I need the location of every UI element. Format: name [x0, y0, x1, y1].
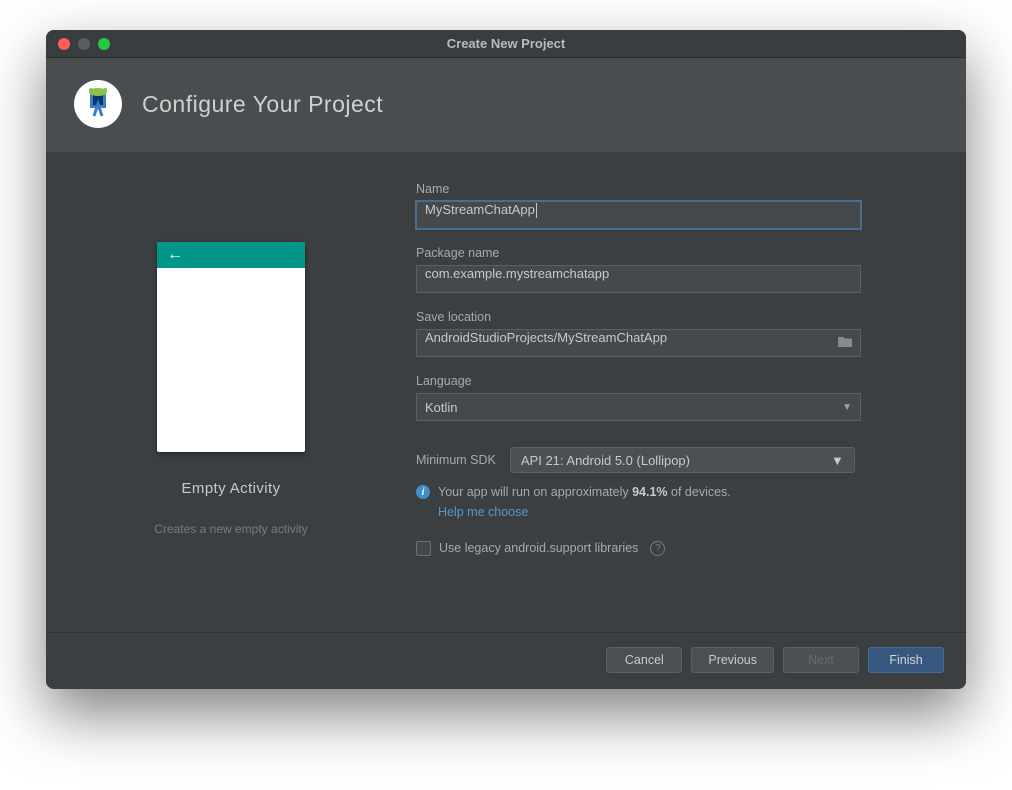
help-icon[interactable]: ?: [650, 541, 665, 556]
package-input[interactable]: com.example.mystreamchatapp: [416, 265, 861, 293]
back-arrow-icon: ←: [167, 246, 183, 264]
language-select[interactable]: Kotlin ▼: [416, 393, 861, 421]
device-coverage-text: Your app will run on approximately 94.1%…: [438, 485, 731, 499]
titlebar: Create New Project: [46, 30, 966, 58]
traffic-lights: [46, 38, 110, 50]
close-icon[interactable]: [58, 38, 70, 50]
legacy-support-checkbox[interactable]: [416, 541, 431, 556]
min-sdk-label: Minimum SDK: [416, 453, 496, 467]
info-icon: i: [416, 485, 430, 499]
next-button: Next: [783, 647, 859, 673]
template-preview-pane: ← Empty Activity Creates a new empty act…: [46, 152, 416, 622]
preview-app-bar: ←: [157, 242, 305, 268]
wizard-footer: Cancel Previous Next Finish: [46, 632, 966, 689]
minimize-icon: [78, 38, 90, 50]
wizard-body: ← Empty Activity Creates a new empty act…: [46, 152, 966, 632]
name-input[interactable]: MyStreamChatApp: [416, 201, 861, 229]
template-description: Creates a new empty activity: [154, 522, 307, 536]
cancel-button[interactable]: Cancel: [606, 647, 682, 673]
wizard-header: Configure Your Project: [46, 58, 966, 152]
page-title: Configure Your Project: [142, 91, 383, 118]
window-title: Create New Project: [46, 36, 966, 51]
chevron-down-icon: ▼: [831, 453, 844, 468]
legacy-support-label: Use legacy android.support libraries: [439, 541, 638, 555]
text-cursor: [536, 203, 537, 218]
android-studio-icon: [74, 80, 122, 128]
save-location-input[interactable]: AndroidStudioProjects/MyStreamChatApp: [416, 329, 861, 357]
form-pane: Name MyStreamChatApp Package name com.ex…: [416, 152, 966, 622]
help-me-choose-link[interactable]: Help me choose: [438, 505, 731, 519]
template-name: Empty Activity: [182, 480, 281, 497]
chevron-down-icon: ▼: [842, 402, 852, 413]
finish-button[interactable]: Finish: [868, 647, 944, 673]
package-label: Package name: [416, 246, 926, 260]
min-sdk-select[interactable]: API 21: Android 5.0 (Lollipop) ▼: [510, 447, 855, 473]
maximize-icon[interactable]: [98, 38, 110, 50]
language-label: Language: [416, 374, 926, 388]
template-preview: ←: [157, 242, 305, 452]
previous-button[interactable]: Previous: [691, 647, 774, 673]
name-label: Name: [416, 182, 926, 196]
save-location-label: Save location: [416, 310, 926, 324]
dialog-window: Create New Project Configure Your Projec…: [46, 30, 966, 689]
folder-icon[interactable]: [838, 335, 853, 351]
